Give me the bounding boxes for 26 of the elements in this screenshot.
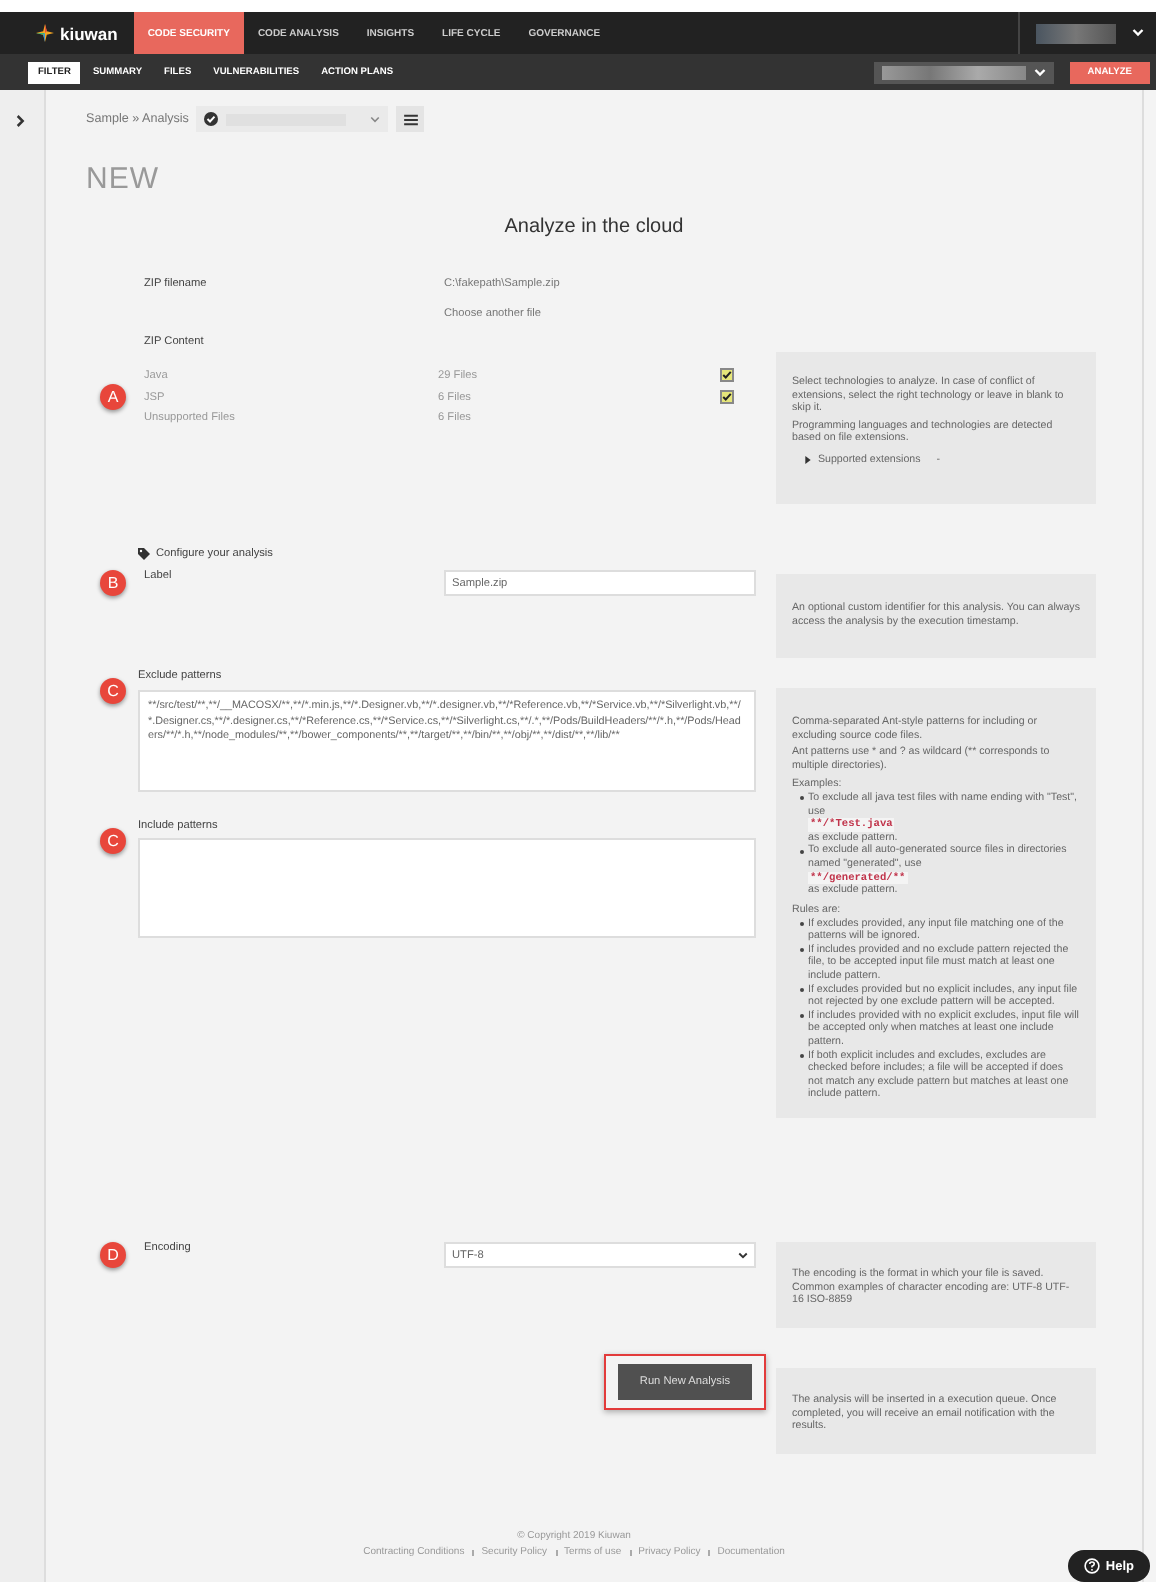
application-select[interactable]	[873, 61, 1054, 83]
logo-text: kiuwan	[60, 23, 118, 43]
star-logo-icon	[36, 24, 54, 42]
chevron-down-icon	[1132, 28, 1144, 38]
chevron-down-icon	[370, 115, 381, 123]
tag-icon	[138, 548, 150, 560]
step-marker: C	[100, 828, 126, 854]
scrollbar[interactable]	[1142, 90, 1156, 1582]
menu-button[interactable]	[396, 106, 425, 132]
checkbox[interactable]	[720, 368, 734, 382]
chevron-down-icon	[1033, 67, 1046, 77]
checkbox[interactable]	[720, 390, 734, 404]
analysis-select[interactable]	[196, 106, 389, 132]
triangle-right-icon[interactable]	[804, 456, 812, 465]
chevron-right-icon[interactable]	[16, 114, 26, 128]
include-patterns-field[interactable]	[138, 838, 756, 938]
step-marker: A	[100, 384, 126, 410]
step-marker: C	[100, 678, 126, 704]
page-heading: NEW	[86, 162, 161, 196]
menu-icon	[403, 113, 418, 125]
step-marker: D	[100, 1242, 126, 1269]
step-marker: B	[100, 570, 126, 596]
chevron-down-icon	[738, 1251, 748, 1260]
question-circle-icon	[1083, 1558, 1100, 1574]
page-title: Analyze in the cloud	[502, 216, 686, 238]
check-circle-icon	[204, 112, 219, 126]
